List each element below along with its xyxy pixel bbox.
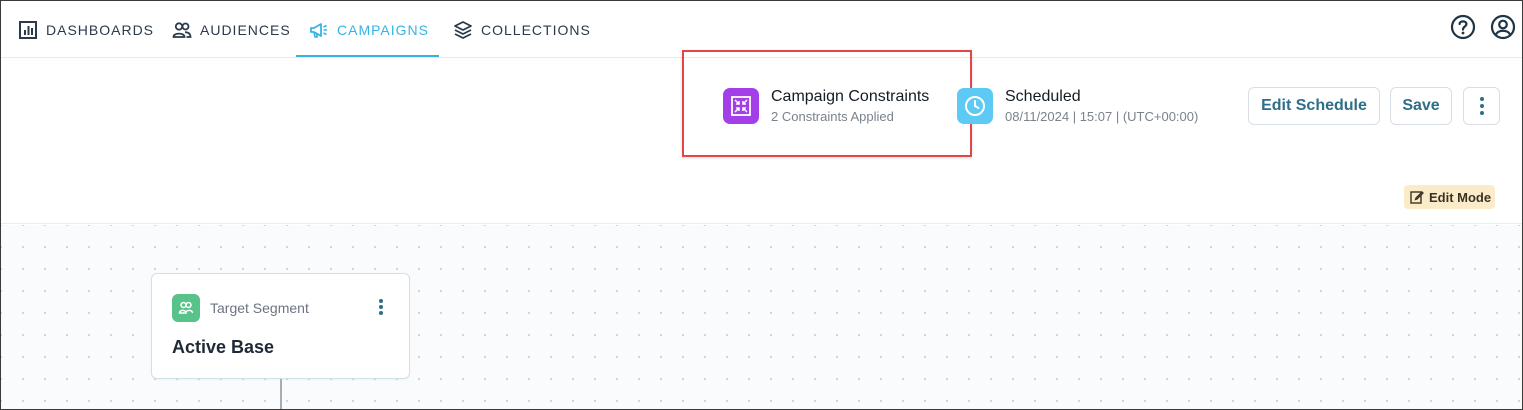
edit-mode-label: Edit Mode	[1429, 189, 1492, 205]
schedule-status: Scheduled	[1005, 88, 1081, 105]
top-navigation: DASHBOARDS AUDIENCES CAMPAIGNS COLLECTIO…	[1, 1, 1522, 58]
users-icon	[172, 21, 192, 38]
target-segment-node[interactable]	[151, 273, 410, 379]
constraints-icon[interactable]	[723, 88, 759, 124]
node-title: Active Base	[172, 337, 275, 357]
dashboard-chart-icon	[19, 20, 37, 39]
nav-collections-label: COLLECTIONS	[481, 21, 591, 38]
app-window: DASHBOARDS AUDIENCES CAMPAIGNS COLLECTIO…	[0, 0, 1523, 410]
nav-campaigns-label: CAMPAIGNS	[337, 21, 429, 38]
edit-schedule-button[interactable]: Edit Schedule	[1248, 87, 1380, 125]
schedule-datetime: 08/11/2024 | 15:07 | (UTC+00:00)	[1005, 109, 1199, 124]
nav-campaigns[interactable]: CAMPAIGNS	[309, 1, 429, 58]
user-circle-icon[interactable]	[1490, 14, 1516, 40]
edit-pencil-icon	[1410, 191, 1424, 204]
segment-users-icon	[172, 294, 200, 322]
node-more-vertical-icon[interactable]	[371, 296, 391, 318]
nav-collections[interactable]: COLLECTIONS	[453, 1, 591, 58]
campaign-header	[1, 58, 1522, 224]
layers-icon	[454, 20, 472, 39]
save-button[interactable]: Save	[1390, 87, 1452, 125]
clock-icon[interactable]	[957, 88, 993, 124]
constraints-title[interactable]: Campaign Constraints	[771, 88, 929, 106]
node-connector-line	[280, 379, 282, 409]
more-options-button[interactable]	[1463, 87, 1500, 125]
edit-mode-badge[interactable]: Edit Mode	[1404, 185, 1495, 209]
node-type-label: Target Segment	[210, 300, 309, 316]
constraints-count: 2 Constraints Applied	[771, 109, 894, 124]
megaphone-icon	[310, 22, 327, 38]
help-circle-icon[interactable]	[1450, 14, 1476, 40]
active-tab-indicator	[296, 55, 439, 57]
nav-audiences-label: AUDIENCES	[200, 21, 291, 38]
nav-dashboards-label: DASHBOARDS	[46, 21, 155, 38]
nav-dashboards[interactable]: DASHBOARDS	[18, 1, 154, 58]
more-vertical-icon	[1479, 97, 1484, 115]
nav-audiences[interactable]: AUDIENCES	[172, 1, 291, 58]
